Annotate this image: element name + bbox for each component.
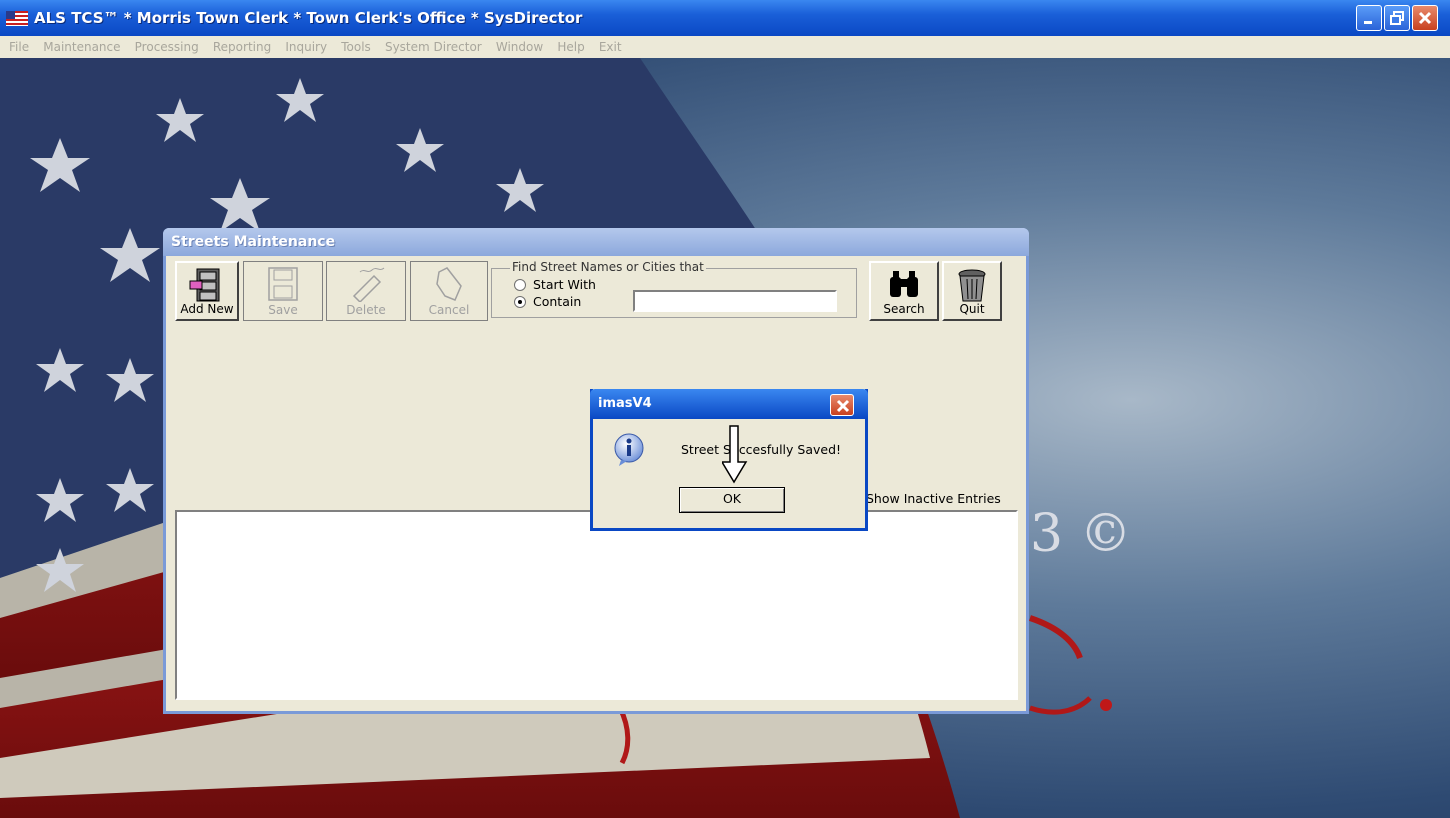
dialog-title: imasV4 bbox=[598, 396, 652, 411]
menu-help[interactable]: Help bbox=[552, 38, 589, 54]
down-arrow-cursor-icon bbox=[722, 425, 748, 484]
quit-label: Quit bbox=[959, 302, 985, 316]
save-label: Save bbox=[268, 303, 298, 317]
contain-radio[interactable] bbox=[514, 296, 526, 308]
find-input[interactable] bbox=[633, 290, 837, 312]
cancel-label: Cancel bbox=[428, 303, 470, 317]
add-new-label: Add New bbox=[180, 302, 234, 316]
start-with-radio[interactable] bbox=[514, 279, 526, 291]
search-label: Search bbox=[883, 302, 925, 316]
ok-button[interactable]: OK bbox=[679, 487, 785, 513]
menu-file[interactable]: File bbox=[4, 38, 34, 54]
close-icon bbox=[836, 399, 850, 413]
streets-list[interactable] bbox=[175, 510, 1018, 700]
close-button[interactable] bbox=[1412, 5, 1438, 31]
menu-bar: File Maintenance Processing Reporting In… bbox=[0, 36, 1450, 58]
minimize-icon bbox=[1364, 21, 1372, 24]
restore-button[interactable] bbox=[1384, 5, 1410, 31]
dialog-titlebar: imasV4 bbox=[590, 389, 868, 419]
eraser-icon bbox=[352, 267, 385, 302]
search-button[interactable]: Search bbox=[869, 261, 939, 321]
quit-button[interactable]: Quit bbox=[942, 261, 1002, 321]
menu-exit[interactable]: Exit bbox=[594, 38, 627, 54]
menu-maintenance[interactable]: Maintenance bbox=[38, 38, 125, 54]
us-flag-icon bbox=[6, 11, 28, 26]
restore-icon bbox=[1390, 11, 1404, 25]
cancel-button[interactable]: Cancel bbox=[410, 261, 488, 321]
menu-inquiry[interactable]: Inquiry bbox=[280, 38, 332, 54]
minimize-button[interactable] bbox=[1356, 5, 1382, 31]
wallpaper-text-fragment: 3 © bbox=[1030, 504, 1132, 564]
window-title: ALS TCS™ * Morris Town Clerk * Town Cler… bbox=[34, 9, 583, 27]
binoculars-icon bbox=[890, 271, 918, 297]
delete-label: Delete bbox=[346, 303, 386, 317]
floppy-disk-icon bbox=[268, 267, 298, 301]
contain-label: Contain bbox=[533, 294, 582, 309]
menu-tools[interactable]: Tools bbox=[336, 38, 376, 54]
info-icon bbox=[614, 433, 644, 466]
close-icon bbox=[1418, 11, 1432, 25]
dialog-message: Street Succesfully Saved! bbox=[681, 442, 842, 457]
save-button[interactable]: Save bbox=[243, 261, 323, 321]
dialog-close-button[interactable] bbox=[830, 394, 854, 416]
find-group: Find Street Names or Cities that Start W… bbox=[491, 260, 857, 318]
menu-system-director[interactable]: System Director bbox=[380, 38, 487, 54]
menu-processing[interactable]: Processing bbox=[130, 38, 204, 54]
main-titlebar: ALS TCS™ * Morris Town Clerk * Town Cler… bbox=[0, 0, 1450, 36]
file-cabinet-icon bbox=[189, 268, 220, 302]
add-new-button[interactable]: Add New bbox=[175, 261, 239, 321]
trash-can-icon bbox=[958, 269, 986, 302]
start-with-label: Start With bbox=[533, 277, 596, 292]
find-legend: Find Street Names or Cities that bbox=[510, 260, 706, 274]
menu-window[interactable]: Window bbox=[491, 38, 548, 54]
streets-title: Streets Maintenance bbox=[171, 234, 336, 250]
hand-icon bbox=[436, 267, 462, 301]
streets-titlebar: Streets Maintenance bbox=[163, 228, 1029, 256]
menu-reporting[interactable]: Reporting bbox=[208, 38, 276, 54]
delete-button[interactable]: Delete bbox=[326, 261, 406, 321]
show-inactive-label[interactable]: Show Inactive Entries bbox=[866, 491, 1001, 506]
